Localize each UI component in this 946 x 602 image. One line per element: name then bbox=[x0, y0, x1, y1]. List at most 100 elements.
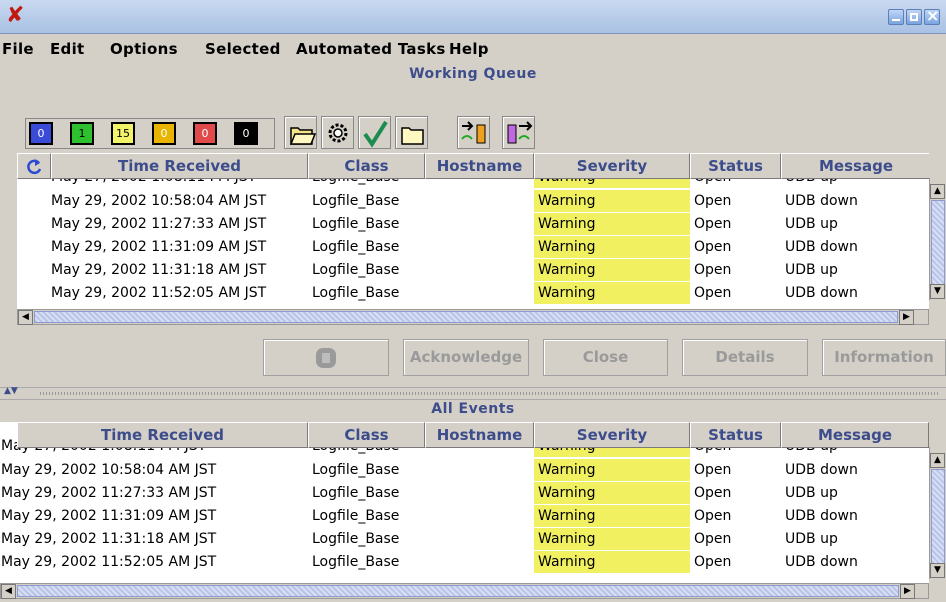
table-row[interactable]: May 29, 2002 11:27:33 AM JST Logfile_Base… bbox=[0, 482, 929, 504]
severity-column-header[interactable]: Severity bbox=[534, 153, 690, 179]
table-row[interactable]: May 29, 2002 10:58:04 AM JST Logfile_Base… bbox=[0, 459, 929, 481]
message-cell: UDB down bbox=[785, 508, 858, 524]
hscroll-thumb[interactable] bbox=[17, 585, 899, 597]
menu-options[interactable]: Options bbox=[110, 40, 178, 58]
menu-help[interactable]: Help bbox=[449, 40, 489, 58]
table-row[interactable]: May 29, 2002 11:31:18 AM JST Logfile_Base… bbox=[0, 528, 929, 550]
acknowledge-check-button[interactable] bbox=[358, 116, 391, 149]
scroll-down-arrow[interactable]: ▼ bbox=[930, 284, 945, 299]
hostname-cell bbox=[425, 282, 534, 304]
message-cell: UDB up bbox=[785, 485, 838, 501]
hostname-cell bbox=[425, 482, 534, 504]
filter-out-icon bbox=[507, 121, 533, 144]
class-cell: Logfile_Base bbox=[312, 531, 400, 547]
minimize-icon bbox=[889, 10, 903, 24]
all-events-table: May 27, 2002 1:08:11 PM JSTLogfile_BaseW… bbox=[0, 422, 929, 584]
all-events-hscroll[interactable]: ◀ ▶ bbox=[0, 583, 929, 599]
working-queue-hscroll[interactable]: ◀ ▶ bbox=[17, 309, 929, 325]
checkmark-icon bbox=[363, 120, 388, 148]
divider-arrows-icon[interactable]: ▲▼ bbox=[4, 386, 18, 396]
scroll-right-arrow[interactable]: ▶ bbox=[900, 584, 915, 599]
menu-file[interactable]: File bbox=[2, 40, 34, 58]
time-cell: May 29, 2002 11:31:09 AM JST bbox=[51, 239, 267, 255]
status-column-header[interactable]: Status bbox=[690, 153, 781, 179]
menu-edit[interactable]: Edit bbox=[50, 40, 85, 58]
hostname-cell bbox=[425, 190, 534, 212]
status-cell: Open bbox=[694, 239, 732, 255]
message-cell: UDB up bbox=[785, 531, 838, 547]
hostname-column-header[interactable]: Hostname bbox=[425, 153, 534, 179]
message-cell: UDB up bbox=[785, 262, 838, 278]
filter-in-button[interactable] bbox=[457, 116, 490, 149]
divider-grip bbox=[40, 392, 940, 395]
hostname-column-header[interactable]: Hostname bbox=[425, 422, 534, 448]
menu-automated-tasks[interactable]: Automated Tasks bbox=[296, 40, 446, 58]
message-column-header[interactable]: Message bbox=[781, 422, 929, 448]
severity-cell: Warning bbox=[534, 551, 690, 573]
minimize-button[interactable] bbox=[888, 9, 904, 25]
class-cell: Logfile_Base bbox=[312, 239, 400, 255]
working-queue-vscroll[interactable]: ▲ ▼ bbox=[929, 178, 946, 300]
severity-counter[interactable]: 0 bbox=[29, 122, 53, 145]
scroll-up-arrow[interactable]: ▲ bbox=[930, 184, 945, 199]
refresh-column-button[interactable] bbox=[17, 153, 51, 179]
table-row[interactable]: May 29, 2002 11:27:33 AM JST Logfile_Base… bbox=[17, 213, 929, 235]
task-button[interactable] bbox=[263, 339, 389, 376]
status-column-header[interactable]: Status bbox=[690, 422, 781, 448]
severity-counter[interactable]: 0 bbox=[234, 122, 258, 145]
gear-button[interactable] bbox=[321, 116, 354, 149]
table-row[interactable]: May 29, 2002 11:31:18 AM JST Logfile_Base… bbox=[17, 259, 929, 281]
time-column-header[interactable]: Time Received bbox=[17, 422, 308, 448]
hostname-cell bbox=[425, 236, 534, 258]
severity-cell: Warning bbox=[534, 528, 690, 550]
vscroll-thumb[interactable] bbox=[931, 469, 945, 564]
status-cell: Open bbox=[694, 216, 732, 232]
table-row[interactable]: May 29, 2002 11:31:09 AM JST Logfile_Base… bbox=[17, 236, 929, 258]
maximize-button[interactable] bbox=[906, 9, 922, 25]
all-events-vscroll[interactable]: ▲ ▼ bbox=[929, 447, 946, 579]
filter-out-button[interactable] bbox=[502, 116, 535, 149]
scroll-down-arrow[interactable]: ▼ bbox=[930, 563, 945, 578]
refresh-icon bbox=[27, 159, 42, 175]
scroll-left-arrow[interactable]: ◀ bbox=[1, 584, 16, 599]
close-icon bbox=[925, 6, 939, 25]
time-cell: May 29, 2002 11:31:09 AM JST bbox=[1, 508, 217, 524]
menu-selected[interactable]: Selected bbox=[205, 40, 281, 58]
severity-cell: Warning bbox=[534, 282, 690, 304]
severity-cell: Warning bbox=[534, 505, 690, 527]
message-cell: UDB down bbox=[785, 462, 858, 478]
table-row[interactable]: May 29, 2002 11:52:05 AM JST Logfile_Base… bbox=[0, 551, 929, 573]
time-column-header[interactable]: Time Received bbox=[51, 153, 308, 179]
working-queue-table: May 27, 2002 1:08:11 PM JSTLogfile_BaseW… bbox=[17, 153, 929, 309]
split-divider[interactable]: ▲▼ bbox=[0, 386, 946, 400]
vscroll-thumb[interactable] bbox=[931, 200, 945, 285]
hscroll-thumb[interactable] bbox=[34, 311, 898, 323]
severity-counter[interactable]: 0 bbox=[193, 122, 217, 145]
class-cell: Logfile_Base bbox=[312, 462, 400, 478]
scroll-up-arrow[interactable]: ▲ bbox=[930, 453, 945, 468]
folder-button[interactable] bbox=[395, 116, 428, 149]
table-row[interactable]: May 29, 2002 11:52:05 AM JST Logfile_Base… bbox=[17, 282, 929, 304]
class-cell: Logfile_Base bbox=[312, 554, 400, 570]
details-button[interactable]: Details bbox=[682, 339, 808, 376]
status-cell: Open bbox=[694, 508, 732, 524]
message-column-header[interactable]: Message bbox=[781, 153, 929, 179]
close-button[interactable]: Close bbox=[543, 339, 668, 376]
information-button[interactable]: Information bbox=[822, 339, 946, 376]
table-row[interactable]: May 29, 2002 11:31:09 AM JST Logfile_Base… bbox=[0, 505, 929, 527]
close-window-button[interactable] bbox=[924, 6, 940, 25]
severity-column-header[interactable]: Severity bbox=[534, 422, 690, 448]
class-cell: Logfile_Base bbox=[312, 508, 400, 524]
class-column-header[interactable]: Class bbox=[308, 422, 425, 448]
table-row[interactable]: May 29, 2002 10:58:04 AM JST Logfile_Base… bbox=[17, 190, 929, 212]
acknowledge-button[interactable]: Acknowledge bbox=[403, 339, 529, 376]
severity-counter[interactable]: 0 bbox=[152, 122, 176, 145]
severity-counter[interactable]: 1 bbox=[70, 122, 94, 145]
open-folder-button[interactable] bbox=[284, 116, 317, 149]
severity-cell: Warning bbox=[534, 236, 690, 258]
severity-counter[interactable]: 15 bbox=[111, 122, 135, 145]
scroll-left-arrow[interactable]: ◀ bbox=[18, 310, 33, 325]
scroll-right-arrow[interactable]: ▶ bbox=[899, 310, 914, 325]
time-cell: May 29, 2002 11:27:33 AM JST bbox=[51, 216, 267, 232]
class-column-header[interactable]: Class bbox=[308, 153, 425, 179]
